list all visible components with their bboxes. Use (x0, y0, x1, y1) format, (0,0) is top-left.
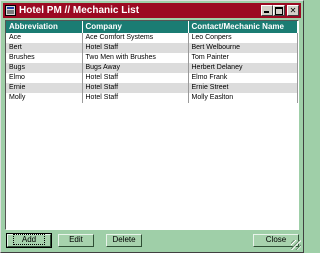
mechanic-table: Abbreviation Company Contact/Mechanic Na… (6, 21, 298, 103)
cell-abbreviation: Bugs (6, 63, 83, 73)
column-header-company[interactable]: Company (82, 21, 189, 33)
mechanic-list-window: Hotel PM // Mechanic List ✕ Abbreviation… (0, 0, 304, 253)
mechanic-grid[interactable]: Abbreviation Company Contact/Mechanic Na… (5, 20, 299, 230)
table-row[interactable]: Ace Ace Comfort Systems Leo Conpers (6, 33, 298, 43)
cell-abbreviation: Ernie (6, 83, 83, 93)
cell-abbreviation: Elmo (6, 73, 83, 83)
cell-company: Hotel Staff (82, 93, 189, 103)
add-button[interactable]: Add (6, 233, 52, 248)
cell-company: Hotel Staff (82, 83, 189, 93)
cell-abbreviation: Brushes (6, 53, 83, 63)
cell-company: Bugs Away (82, 63, 189, 73)
cell-contact: Leo Conpers (188, 33, 298, 43)
maximize-icon[interactable] (273, 5, 285, 16)
table-row[interactable]: Ernie Hotel Staff Ernie Street (6, 83, 298, 93)
cell-company: Two Men with Brushes (82, 53, 189, 63)
header-row: Abbreviation Company Contact/Mechanic Na… (6, 21, 298, 33)
minimize-icon[interactable] (261, 5, 273, 16)
column-header-contact[interactable]: Contact/Mechanic Name (188, 21, 298, 33)
table-row[interactable]: Elmo Hotel Staff Elmo Frank (6, 73, 298, 83)
close-icon[interactable]: ✕ (287, 5, 299, 16)
cell-company: Hotel Staff (82, 73, 189, 83)
edit-button[interactable]: Edit (58, 234, 94, 247)
table-row[interactable]: Brushes Two Men with Brushes Tom Painter (6, 53, 298, 63)
table-row[interactable]: Molly Hotel Staff Molly Easlton (6, 93, 298, 103)
app-icon[interactable] (5, 5, 16, 16)
resize-grip-icon[interactable] (291, 240, 301, 250)
add-button-label: Add (12, 234, 46, 245)
cell-contact: Molly Easlton (188, 93, 298, 103)
cell-company: Hotel Staff (82, 43, 189, 53)
cell-contact: Bert Welbourne (188, 43, 298, 53)
delete-button[interactable]: Delete (106, 234, 142, 247)
cell-abbreviation: Molly (6, 93, 83, 103)
cell-contact: Tom Painter (188, 53, 298, 63)
window-title: Hotel PM // Mechanic List (19, 5, 140, 16)
column-header-abbreviation[interactable]: Abbreviation (6, 21, 83, 33)
cell-abbreviation: Ace (6, 33, 83, 43)
cell-abbreviation: Bert (6, 43, 83, 53)
table-row[interactable]: Bert Hotel Staff Bert Welbourne (6, 43, 298, 53)
table-row[interactable]: Bugs Bugs Away Herbert Delaney (6, 63, 298, 73)
title-bar[interactable]: Hotel PM // Mechanic List ✕ (3, 3, 301, 18)
cell-contact: Elmo Frank (188, 73, 298, 83)
cell-company: Ace Comfort Systems (82, 33, 189, 43)
cell-contact: Ernie Street (188, 83, 298, 93)
cell-contact: Herbert Delaney (188, 63, 298, 73)
